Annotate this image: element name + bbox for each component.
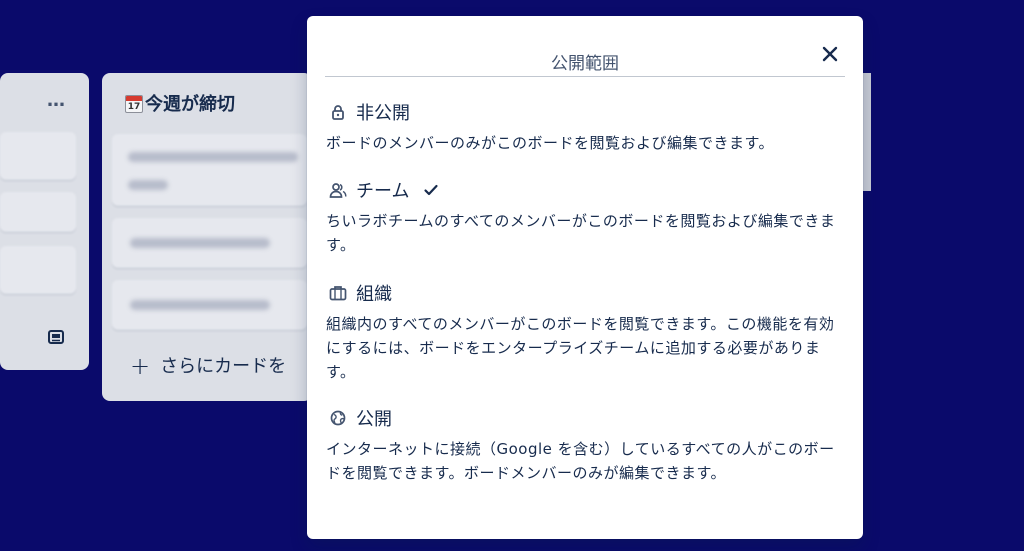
blurred-text bbox=[130, 238, 270, 248]
close-icon[interactable] bbox=[819, 43, 841, 65]
blurred-card[interactable] bbox=[0, 192, 76, 232]
option-name: 組織 bbox=[356, 284, 392, 305]
option-description: ちいラボチームのすべてのメンバーがこのボードを閲覧および編集できます。 bbox=[326, 212, 836, 254]
divider bbox=[325, 76, 845, 77]
option-description: インターネットに接続（Google を含む）しているすべての人がこのボードを閲覧… bbox=[326, 440, 835, 482]
briefcase-icon bbox=[329, 284, 347, 302]
option-name: チーム bbox=[356, 181, 410, 202]
visibility-option-team[interactable]: チーム ちいラボチームのすべてのメンバーがこのボードを閲覧および編集できます。 bbox=[326, 177, 846, 257]
visibility-option-private[interactable]: 非公開 ボードのメンバーのみがこのボードを閲覧および編集できます。 bbox=[326, 99, 846, 155]
option-name: 非公開 bbox=[356, 103, 410, 124]
visibility-option-organization[interactable]: 組織 組織内のすべてのメンバーがこのボードを閲覧できます。この機能を有効にするに… bbox=[326, 280, 846, 384]
visibility-popover: 公開範囲 非公開 ボードのメンバーのみがこのボードを閲覧および編集できます。 チ… bbox=[307, 16, 863, 539]
blurred-text bbox=[130, 300, 270, 310]
lock-icon bbox=[329, 103, 347, 121]
card-template-icon[interactable] bbox=[47, 328, 65, 346]
list-title[interactable]: 17 今週が締切 bbox=[125, 90, 235, 116]
blurred-text bbox=[128, 152, 298, 162]
blurred-text bbox=[128, 180, 168, 190]
team-icon bbox=[329, 181, 347, 199]
add-card-button[interactable]: + さらにカードを bbox=[130, 352, 310, 380]
calendar-icon: 17 bbox=[125, 95, 143, 113]
list-menu-button[interactable]: … bbox=[47, 90, 66, 111]
option-name: 公開 bbox=[356, 409, 392, 430]
visibility-option-public[interactable]: 公開 インターネットに接続（Google を含む）しているすべての人がこのボード… bbox=[326, 405, 846, 485]
scrollbar[interactable] bbox=[863, 73, 871, 191]
plus-icon: + bbox=[130, 352, 151, 380]
popover-title: 公開範囲 bbox=[551, 54, 619, 74]
option-description: ボードのメンバーのみがこのボードを閲覧および編集できます。 bbox=[326, 134, 775, 152]
check-icon bbox=[424, 184, 439, 196]
option-description: 組織内のすべてのメンバーがこのボードを閲覧できます。この機能を有効にするには、ボ… bbox=[326, 315, 835, 381]
blurred-card[interactable] bbox=[112, 134, 307, 206]
blurred-card[interactable] bbox=[0, 246, 76, 294]
blurred-card[interactable] bbox=[0, 132, 76, 180]
globe-icon bbox=[329, 409, 347, 427]
